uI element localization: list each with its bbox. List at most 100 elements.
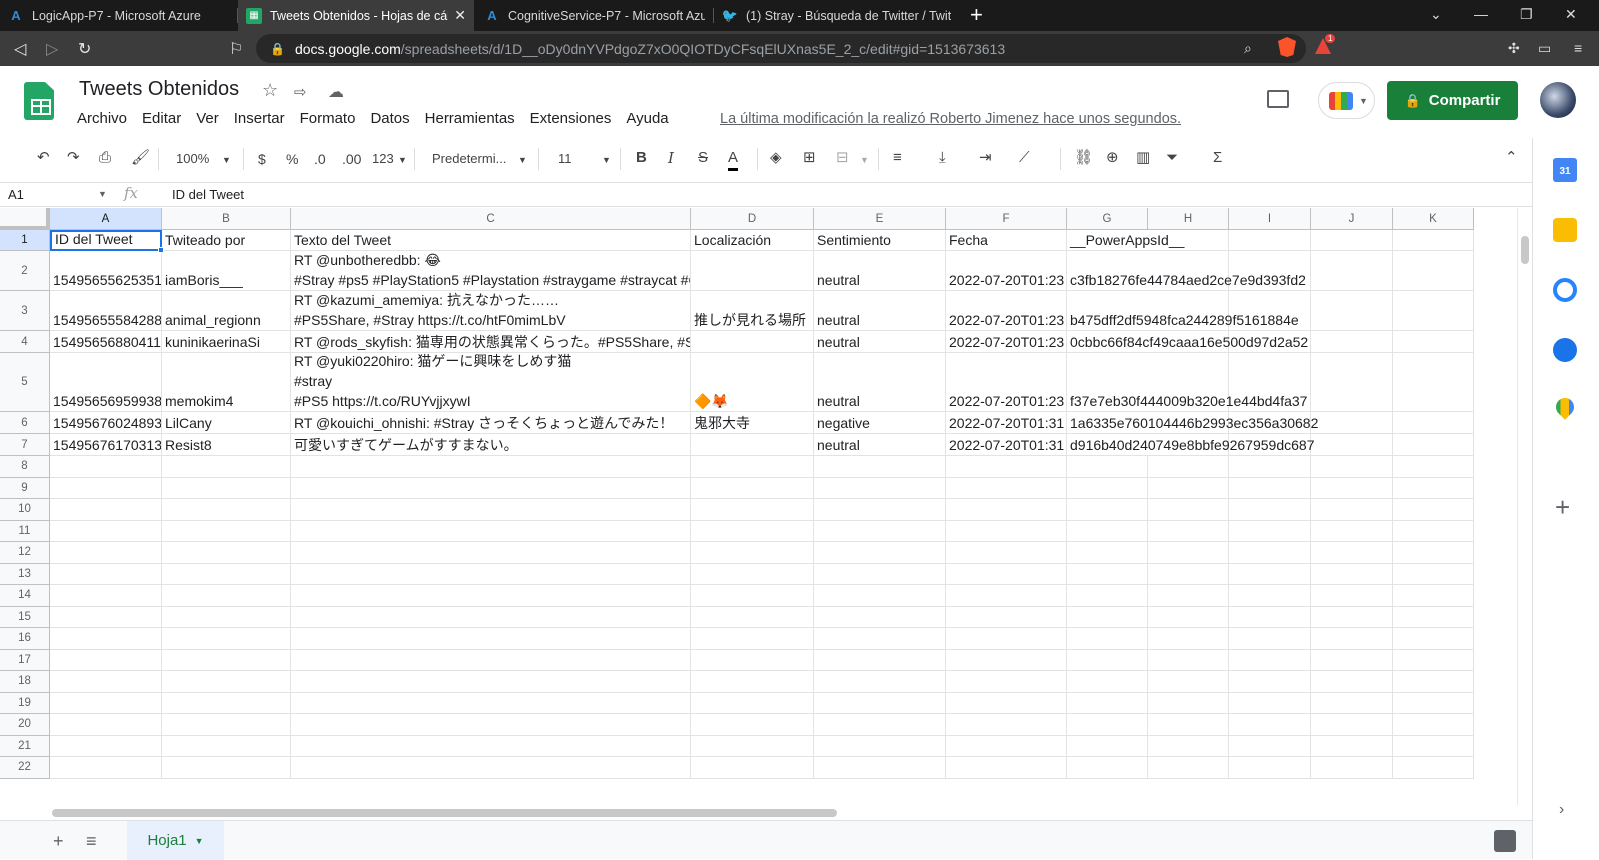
cell-i16[interactable] [1229, 628, 1311, 650]
contacts-icon[interactable] [1553, 338, 1577, 362]
cell-h8[interactable] [1148, 456, 1229, 478]
cell-i13[interactable] [1229, 563, 1311, 585]
cell-f14[interactable] [946, 585, 1067, 607]
browser-tab-cognitiveservice[interactable]: A CognitiveService-P7 - Microsoft Azure [476, 0, 713, 31]
column-header-e[interactable]: E [814, 208, 946, 230]
cell-g2[interactable]: c3fb18276fe44784aed2ce7e9d393fd2 [1067, 251, 1327, 291]
cell-k4[interactable] [1393, 331, 1474, 353]
cell-a10[interactable] [50, 499, 162, 521]
formula-input[interactable]: ID del Tweet [172, 187, 244, 202]
cell-e17[interactable] [814, 649, 946, 671]
cell-e11[interactable] [814, 520, 946, 542]
row-header-10[interactable]: 10 [0, 499, 50, 521]
cell-b20[interactable] [162, 714, 291, 736]
cell-f8[interactable] [946, 456, 1067, 478]
row-header-20[interactable]: 20 [0, 714, 50, 736]
cell-h11[interactable] [1148, 520, 1229, 542]
cell-e18[interactable] [814, 671, 946, 693]
cell-d13[interactable] [691, 563, 814, 585]
tasks-icon[interactable] [1553, 278, 1577, 302]
row-header-3[interactable]: 3 [0, 291, 50, 331]
cell-e3[interactable]: neutral [814, 291, 946, 331]
bold-icon[interactable]: B [636, 150, 647, 166]
cell-i15[interactable] [1229, 606, 1311, 628]
cell-k14[interactable] [1393, 585, 1474, 607]
cell-a19[interactable] [50, 692, 162, 714]
row-header-13[interactable]: 13 [0, 563, 50, 585]
cell-i14[interactable] [1229, 585, 1311, 607]
restore-icon[interactable]: ❐ [1520, 6, 1533, 23]
cell-c20[interactable] [291, 714, 691, 736]
cell-d11[interactable] [691, 520, 814, 542]
cell-i21[interactable] [1229, 735, 1311, 757]
cell-e9[interactable] [814, 477, 946, 499]
cell-i12[interactable] [1229, 542, 1311, 564]
cell-g5[interactable]: f37e7eb30f444009b320e1e44bd4fa37 [1067, 353, 1327, 412]
cell-b18[interactable] [162, 671, 291, 693]
move-folder-icon[interactable]: ⇨ [294, 83, 307, 101]
cell-h17[interactable] [1148, 649, 1229, 671]
row-header-5[interactable]: 5 [0, 353, 50, 412]
menu-ver[interactable]: Ver [196, 110, 219, 127]
cell-d3[interactable]: 推しが見れる場所 [691, 291, 814, 331]
cell-a3[interactable]: 15495655584288 [50, 291, 162, 331]
cell-b16[interactable] [162, 628, 291, 650]
cell-a8[interactable] [50, 456, 162, 478]
cell-c17[interactable] [291, 649, 691, 671]
all-sheets-icon[interactable]: ≡ [86, 831, 97, 852]
cell-k22[interactable] [1393, 757, 1474, 779]
cell-k11[interactable] [1393, 520, 1474, 542]
cell-f19[interactable] [946, 692, 1067, 714]
cell-a7[interactable]: 15495676170313 [50, 434, 162, 456]
cell-a1[interactable]: ID del Tweet [50, 230, 162, 251]
redo-icon[interactable]: ↷ [67, 150, 80, 166]
cell-e2[interactable]: neutral [814, 251, 946, 291]
cell-h20[interactable] [1148, 714, 1229, 736]
column-header-k[interactable]: K [1393, 208, 1474, 230]
cell-c2[interactable]: RT @unbotheredbb: 😂 #Stray #ps5 #PlaySta… [291, 251, 691, 291]
cell-h18[interactable] [1148, 671, 1229, 693]
cell-b15[interactable] [162, 606, 291, 628]
cell-d6[interactable]: 鬼邪大寺 [691, 412, 814, 434]
cell-c8[interactable] [291, 456, 691, 478]
row-header-1[interactable]: 1 [0, 230, 50, 251]
cell-e6[interactable]: negative [814, 412, 946, 434]
cell-f12[interactable] [946, 542, 1067, 564]
row-header-18[interactable]: 18 [0, 671, 50, 693]
cell-e14[interactable] [814, 585, 946, 607]
cell-f17[interactable] [946, 649, 1067, 671]
row-header-8[interactable]: 8 [0, 456, 50, 478]
cell-e20[interactable] [814, 714, 946, 736]
cell-a18[interactable] [50, 671, 162, 693]
menu-formato[interactable]: Formato [300, 110, 356, 127]
comments-icon[interactable] [1267, 90, 1289, 108]
cell-e13[interactable] [814, 563, 946, 585]
column-header-j[interactable]: J [1311, 208, 1393, 230]
cell-g14[interactable] [1067, 585, 1148, 607]
menu-archivo[interactable]: Archivo [77, 110, 127, 127]
column-header-g[interactable]: G [1067, 208, 1148, 230]
cell-d16[interactable] [691, 628, 814, 650]
cell-e15[interactable] [814, 606, 946, 628]
cell-h14[interactable] [1148, 585, 1229, 607]
cell-f11[interactable] [946, 520, 1067, 542]
cell-k2[interactable] [1393, 251, 1474, 291]
cell-b22[interactable] [162, 757, 291, 779]
cell-g4[interactable]: 0cbbc66f84cf49caaa16e500d97d2a52 [1067, 331, 1327, 353]
cell-j19[interactable] [1311, 692, 1393, 714]
browser-tab-twitter[interactable]: 🐦 (1) Stray - Búsqueda de Twitter / Twit… [714, 0, 959, 31]
meet-button[interactable]: ▼ [1318, 82, 1375, 119]
bookmark-icon[interactable]: ⚐ [229, 39, 243, 59]
cell-g8[interactable] [1067, 456, 1148, 478]
number-format-select[interactable]: 123 [372, 151, 394, 166]
cell-e16[interactable] [814, 628, 946, 650]
cell-i10[interactable] [1229, 499, 1311, 521]
cell-f10[interactable] [946, 499, 1067, 521]
cell-d17[interactable] [691, 649, 814, 671]
extensions-icon[interactable]: ✣ [1508, 40, 1520, 57]
cell-k20[interactable] [1393, 714, 1474, 736]
cell-a13[interactable] [50, 563, 162, 585]
cell-d9[interactable] [691, 477, 814, 499]
cell-d20[interactable] [691, 714, 814, 736]
cell-k6[interactable] [1393, 412, 1474, 434]
